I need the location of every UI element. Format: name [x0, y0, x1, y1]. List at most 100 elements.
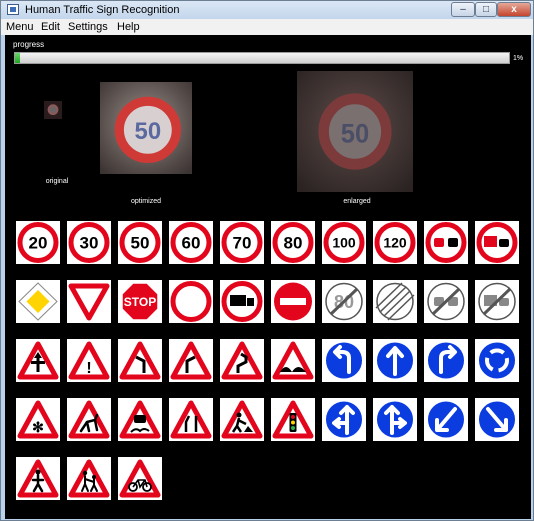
sign-speed-icon: 80 — [272, 222, 314, 263]
title-bar[interactable]: Human Traffic Sign Recognition – □ x — [1, 1, 533, 19]
sign-end-restrictions-icon — [375, 282, 415, 321]
sign-label: STOP — [124, 295, 156, 309]
sign-warn-road-narrows-icon — [170, 400, 212, 439]
sign-warn-pedestrians[interactable] — [16, 457, 60, 500]
sign-no-entry[interactable] — [271, 280, 315, 323]
sign-no-overtaking[interactable] — [424, 221, 468, 264]
sign-speed-icon: 120 — [374, 222, 416, 263]
sign-speed[interactable]: 100 — [322, 221, 366, 264]
optimized-image: 50 — [100, 82, 192, 174]
sign-speed[interactable]: 30 — [67, 221, 111, 264]
app-icon — [7, 4, 19, 15]
sign-no-overtaking-trucks-icon — [476, 222, 518, 263]
sign-warn-animals[interactable] — [67, 398, 111, 441]
sign-speed-icon: 60 — [170, 222, 212, 263]
sign-warn-curve-left[interactable] — [118, 339, 162, 382]
sign-speed[interactable]: 70 — [220, 221, 264, 264]
sign-label: 80 — [284, 234, 303, 253]
sign-turn-right-icon — [426, 340, 466, 381]
sign-end-restrictions[interactable] — [373, 280, 417, 323]
menu-edit[interactable]: Edit — [41, 21, 60, 33]
close-button[interactable]: x — [497, 2, 531, 17]
sign-warn-pedestrians-icon — [17, 459, 59, 498]
sign-warn-bicycles[interactable] — [118, 457, 162, 500]
sign-warn-road-narrows[interactable] — [169, 398, 213, 441]
sign-warn-general[interactable]: ! — [67, 339, 111, 382]
sign-turn-right[interactable] — [424, 339, 468, 382]
sign-warn-general-icon: ! — [68, 341, 110, 380]
minimize-button[interactable]: – — [451, 2, 475, 17]
sign-warn-snow-icon: ✻ — [17, 400, 59, 439]
sign-label: ✻ — [32, 419, 44, 435]
sign-speed[interactable]: 120 — [373, 221, 417, 264]
sign-warn-snow[interactable]: ✻ — [16, 398, 60, 441]
maximize-button[interactable]: □ — [475, 2, 497, 17]
sign-end-speed[interactable]: 80 — [322, 280, 366, 323]
sign-warn-children-icon — [68, 459, 110, 498]
sign-speed[interactable]: 60 — [169, 221, 213, 264]
progress-percent: 1% — [513, 55, 524, 62]
sign-no-trucks-icon — [221, 281, 263, 322]
sign-warn-curve-right-icon — [170, 341, 212, 380]
sign-warn-double-curve[interactable] — [220, 339, 264, 382]
sign-straight-or-left[interactable] — [322, 398, 366, 441]
sign-no-entry-icon — [274, 282, 312, 321]
sign-end-no-overtaking-trucks-icon — [478, 282, 516, 321]
svg-text:50: 50 — [135, 118, 162, 145]
menu-settings[interactable]: Settings — [68, 21, 108, 33]
menu-help[interactable]: Help — [117, 21, 140, 33]
sign-straight-or-right[interactable] — [373, 398, 417, 441]
sign-warn-curve-right[interactable] — [169, 339, 213, 382]
sign-speed[interactable]: 20 — [16, 221, 60, 264]
sign-keep-left[interactable] — [424, 398, 468, 441]
sign-priority-road[interactable] — [16, 280, 60, 323]
sign-label: 100 — [332, 235, 356, 251]
sign-roundabout[interactable] — [475, 339, 519, 382]
progress-fill — [15, 53, 20, 63]
sign-warn-curve-left-icon — [119, 341, 161, 380]
sign-label: 50 — [131, 234, 150, 253]
sign-straight-or-right-icon — [375, 399, 415, 440]
sign-end-speed-icon: 80 — [325, 282, 363, 321]
sign-speed-icon: 70 — [221, 222, 263, 263]
sign-end-no-overtaking-trucks[interactable] — [475, 280, 519, 323]
sign-label: 70 — [233, 234, 252, 253]
progress-bar — [14, 52, 510, 64]
sign-stop[interactable]: STOP — [118, 280, 162, 323]
sign-yield-icon — [68, 283, 110, 321]
sign-warn-children[interactable] — [67, 457, 111, 500]
sign-no-overtaking-trucks[interactable] — [475, 221, 519, 264]
sign-speed[interactable]: 50 — [118, 221, 162, 264]
sign-turn-left-icon — [324, 340, 364, 381]
sign-warn-road-work[interactable] — [220, 398, 264, 441]
window-title: Human Traffic Sign Recognition — [25, 4, 180, 16]
sign-label: 20 — [29, 234, 48, 253]
sign-warn-right-of-way[interactable] — [16, 339, 60, 382]
sign-stop-icon: STOP — [121, 282, 159, 321]
sign-warn-bumpy-road[interactable] — [271, 339, 315, 382]
sign-yield[interactable] — [67, 280, 111, 323]
sign-no-trucks[interactable] — [220, 280, 264, 323]
sign-priority-road-icon — [18, 282, 58, 321]
sign-no-vehicles-icon — [170, 281, 212, 322]
sign-speed-icon: 100 — [323, 222, 365, 263]
menu-menu[interactable]: Menu — [6, 21, 34, 33]
sign-ahead-only[interactable] — [373, 339, 417, 382]
sign-speed-icon: 30 — [68, 222, 110, 263]
enlarged-image: 50 — [297, 71, 413, 192]
sign-no-vehicles[interactable] — [169, 280, 213, 323]
sign-keep-right[interactable] — [475, 398, 519, 441]
sign-end-no-overtaking-icon — [427, 282, 465, 321]
sign-warn-right-of-way-icon — [17, 341, 59, 380]
sign-turn-left[interactable] — [322, 339, 366, 382]
svg-text:50: 50 — [341, 118, 369, 149]
sign-warn-double-curve-icon — [221, 341, 263, 380]
sign-speed[interactable]: 80 — [271, 221, 315, 264]
sign-speed-icon: 50 — [119, 222, 161, 263]
sign-no-overtaking-icon — [425, 222, 467, 263]
sign-warn-bicycles-icon — [119, 459, 161, 498]
sign-warn-slippery[interactable] — [118, 398, 162, 441]
sign-warn-traffic-signals[interactable] — [271, 398, 315, 441]
sign-end-no-overtaking[interactable] — [424, 280, 468, 323]
sign-label: 60 — [182, 234, 201, 253]
